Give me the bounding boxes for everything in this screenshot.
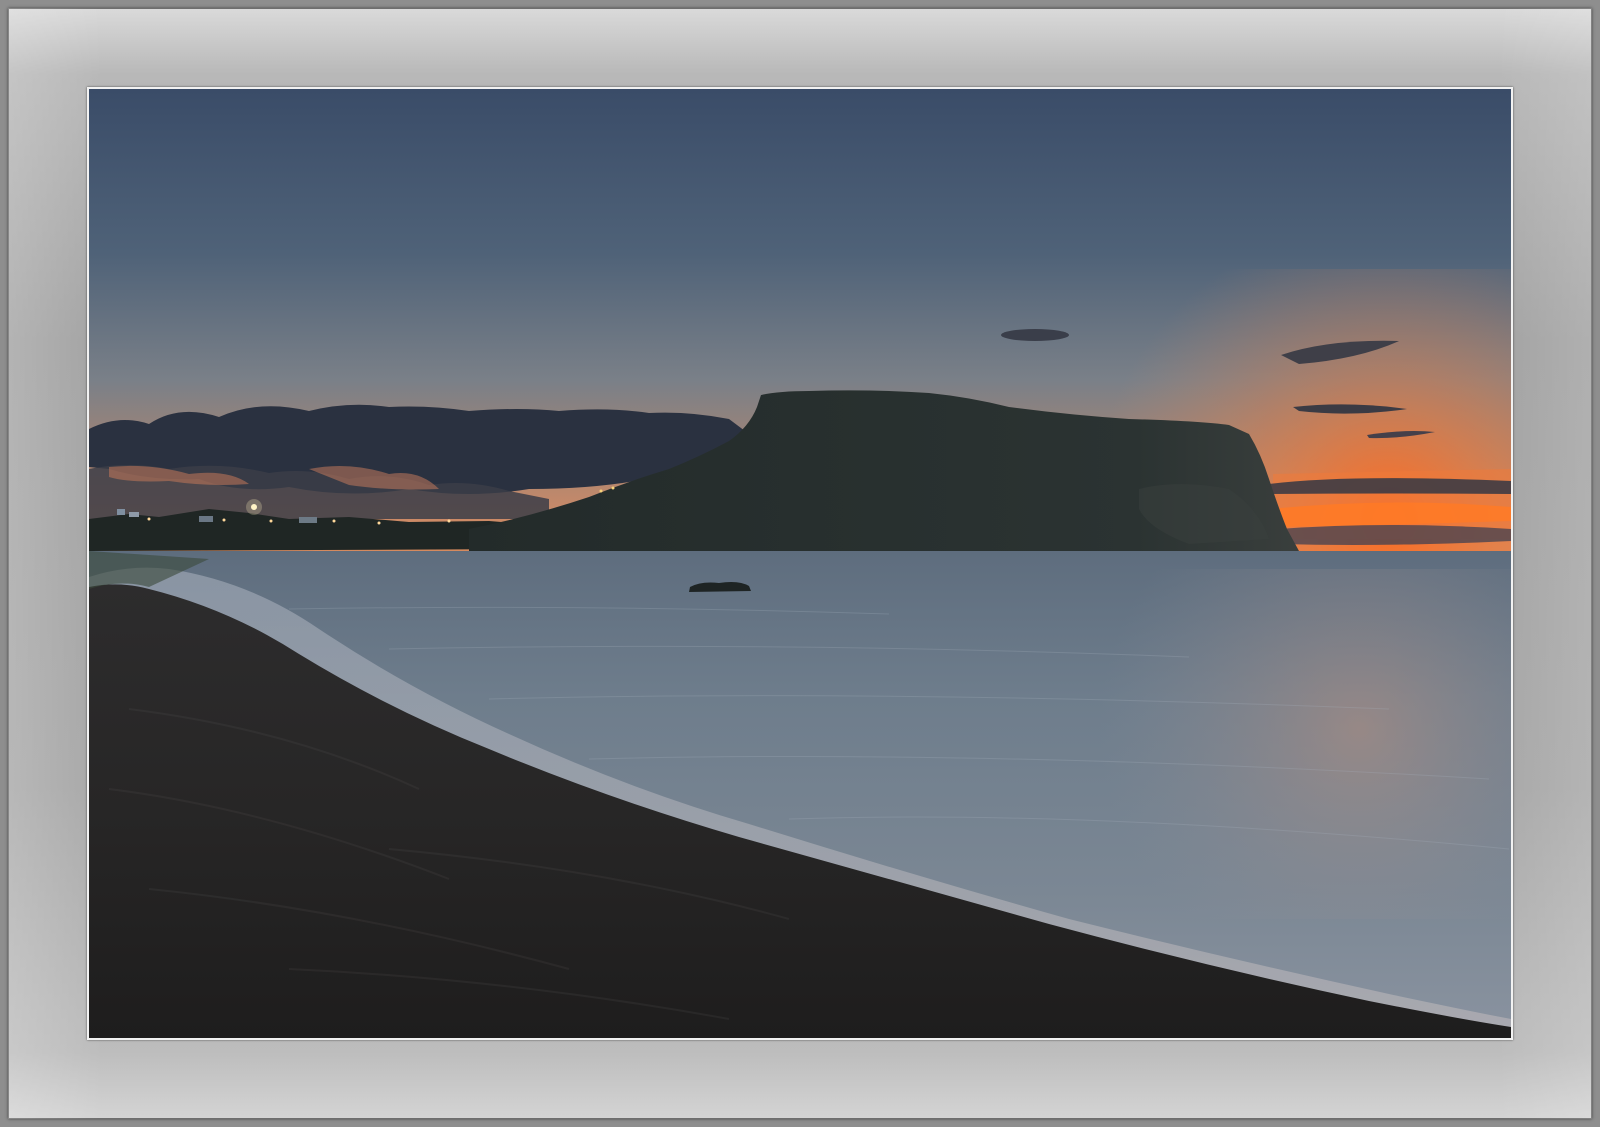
headland-light xyxy=(599,489,603,493)
sea-reflection xyxy=(1069,569,1511,919)
photo-scene xyxy=(89,89,1511,1038)
photograph xyxy=(89,89,1511,1038)
picture-frame xyxy=(0,0,1600,1127)
headland-light xyxy=(611,486,615,490)
small-cloud xyxy=(1001,329,1069,341)
horizon-cloud xyxy=(1279,525,1511,545)
